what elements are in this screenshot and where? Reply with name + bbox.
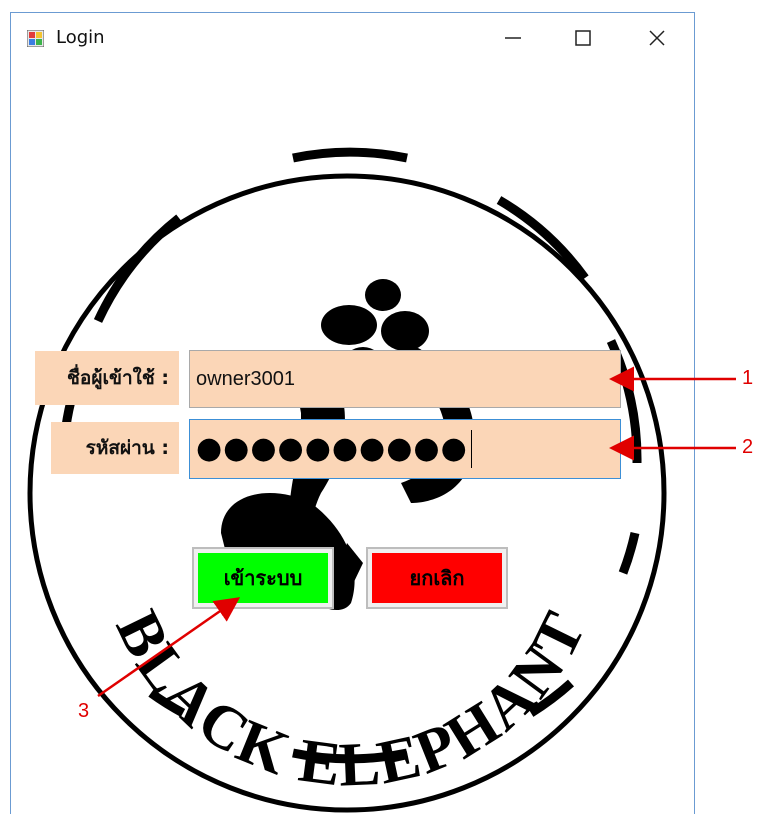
arrow-3 bbox=[97, 597, 241, 698]
annotation-label-2: 2 bbox=[742, 436, 754, 458]
annotation-label-3: 3 bbox=[78, 700, 90, 722]
annotation-label-1: 1 bbox=[742, 367, 754, 389]
annotation-arrows bbox=[97, 366, 736, 698]
